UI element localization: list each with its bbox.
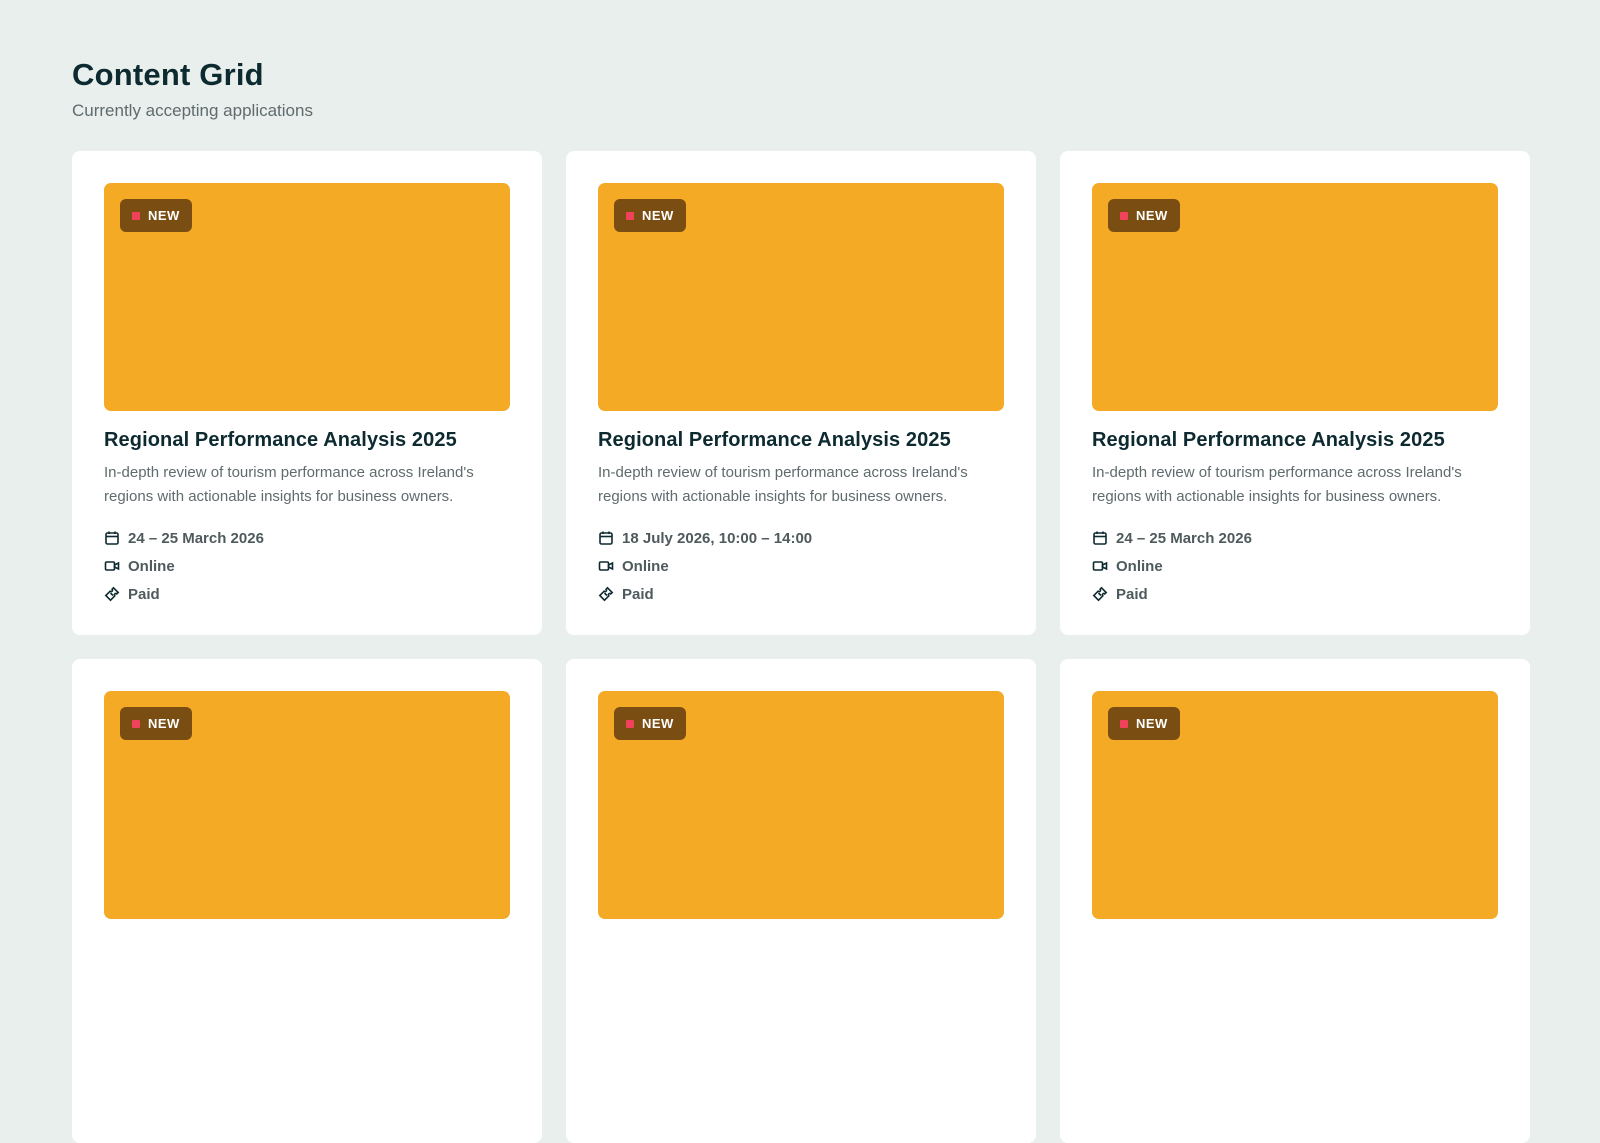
badge-dot-icon (132, 211, 140, 220)
card-description: In-depth review of tourism performance a… (598, 464, 968, 505)
video-camera-icon (1092, 558, 1108, 574)
calendar-icon (104, 530, 120, 546)
meta-date-text: 18 July 2026, 10:00 – 14:00 (622, 529, 813, 547)
card-image-placeholder: NEW (598, 183, 1004, 411)
card-meta: 24 – 25 March 2026 Online Paid (1092, 528, 1498, 604)
content-card[interactable]: NEW Regional Performance Analysis 2025 I… (566, 151, 1036, 635)
meta-date-text: 24 – 25 March 2026 (128, 529, 264, 547)
new-badge: NEW (614, 707, 686, 740)
meta-price: Paid (1092, 584, 1498, 604)
badge-dot-icon (132, 719, 140, 728)
content-card[interactable]: NEW (72, 659, 542, 1143)
ticket-icon (598, 586, 614, 602)
card-image-placeholder: NEW (104, 183, 510, 411)
badge-dot-icon (1120, 211, 1128, 220)
calendar-icon (1092, 530, 1108, 546)
card-meta: 18 July 2026, 10:00 – 14:00 Online Paid (598, 528, 1004, 604)
card-title[interactable]: Regional Performance Analysis 2025 (1092, 427, 1498, 453)
meta-date: 18 July 2026, 10:00 – 14:00 (598, 528, 1004, 548)
meta-date-text: 24 – 25 March 2026 (1116, 529, 1252, 547)
badge-dot-icon (626, 211, 634, 220)
card-title[interactable]: Regional Performance Analysis 2025 (104, 427, 510, 453)
card-title[interactable]: Regional Performance Analysis 2025 (598, 427, 1004, 453)
new-badge: NEW (614, 199, 686, 232)
ticket-icon (104, 586, 120, 602)
video-camera-icon (598, 558, 614, 574)
meta-location-text: Online (622, 557, 669, 575)
badge-label: NEW (1136, 716, 1168, 731)
card-image-placeholder: NEW (598, 691, 1004, 919)
meta-price-text: Paid (1116, 585, 1148, 603)
badge-label: NEW (1136, 208, 1168, 223)
meta-price-text: Paid (128, 585, 160, 603)
badge-label: NEW (642, 716, 674, 731)
new-badge: NEW (1108, 707, 1180, 740)
content-grid: NEW Regional Performance Analysis 2025 I… (72, 151, 1530, 1143)
card-description: In-depth review of tourism performance a… (1092, 464, 1462, 505)
card-image-placeholder: NEW (104, 691, 510, 919)
content-card[interactable]: NEW (566, 659, 1036, 1143)
badge-dot-icon (1120, 719, 1128, 728)
meta-price: Paid (104, 584, 510, 604)
badge-label: NEW (642, 208, 674, 223)
new-badge: NEW (120, 199, 192, 232)
page-title: Content Grid (72, 57, 264, 92)
meta-location-text: Online (1116, 557, 1163, 575)
card-image-placeholder: NEW (1092, 183, 1498, 411)
ticket-icon (1092, 586, 1108, 602)
card-meta: 24 – 25 March 2026 Online Paid (104, 528, 510, 604)
video-camera-icon (104, 558, 120, 574)
content-card[interactable]: NEW (1060, 659, 1530, 1143)
meta-location: Online (1092, 556, 1498, 576)
content-card[interactable]: NEW Regional Performance Analysis 2025 I… (72, 151, 542, 635)
badge-label: NEW (148, 716, 180, 731)
meta-location: Online (104, 556, 510, 576)
card-image-placeholder: NEW (1092, 691, 1498, 919)
badge-dot-icon (626, 719, 634, 728)
page-subtitle: Currently accepting applications (72, 101, 313, 120)
meta-price-text: Paid (622, 585, 654, 603)
meta-location-text: Online (128, 557, 175, 575)
new-badge: NEW (1108, 199, 1180, 232)
badge-label: NEW (148, 208, 180, 223)
content-card[interactable]: NEW Regional Performance Analysis 2025 I… (1060, 151, 1530, 635)
meta-date: 24 – 25 March 2026 (104, 528, 510, 548)
calendar-icon (598, 530, 614, 546)
meta-price: Paid (598, 584, 1004, 604)
new-badge: NEW (120, 707, 192, 740)
card-description: In-depth review of tourism performance a… (104, 464, 474, 505)
page: Content Grid Currently accepting applica… (72, 56, 1530, 1143)
meta-location: Online (598, 556, 1004, 576)
meta-date: 24 – 25 March 2026 (1092, 528, 1498, 548)
